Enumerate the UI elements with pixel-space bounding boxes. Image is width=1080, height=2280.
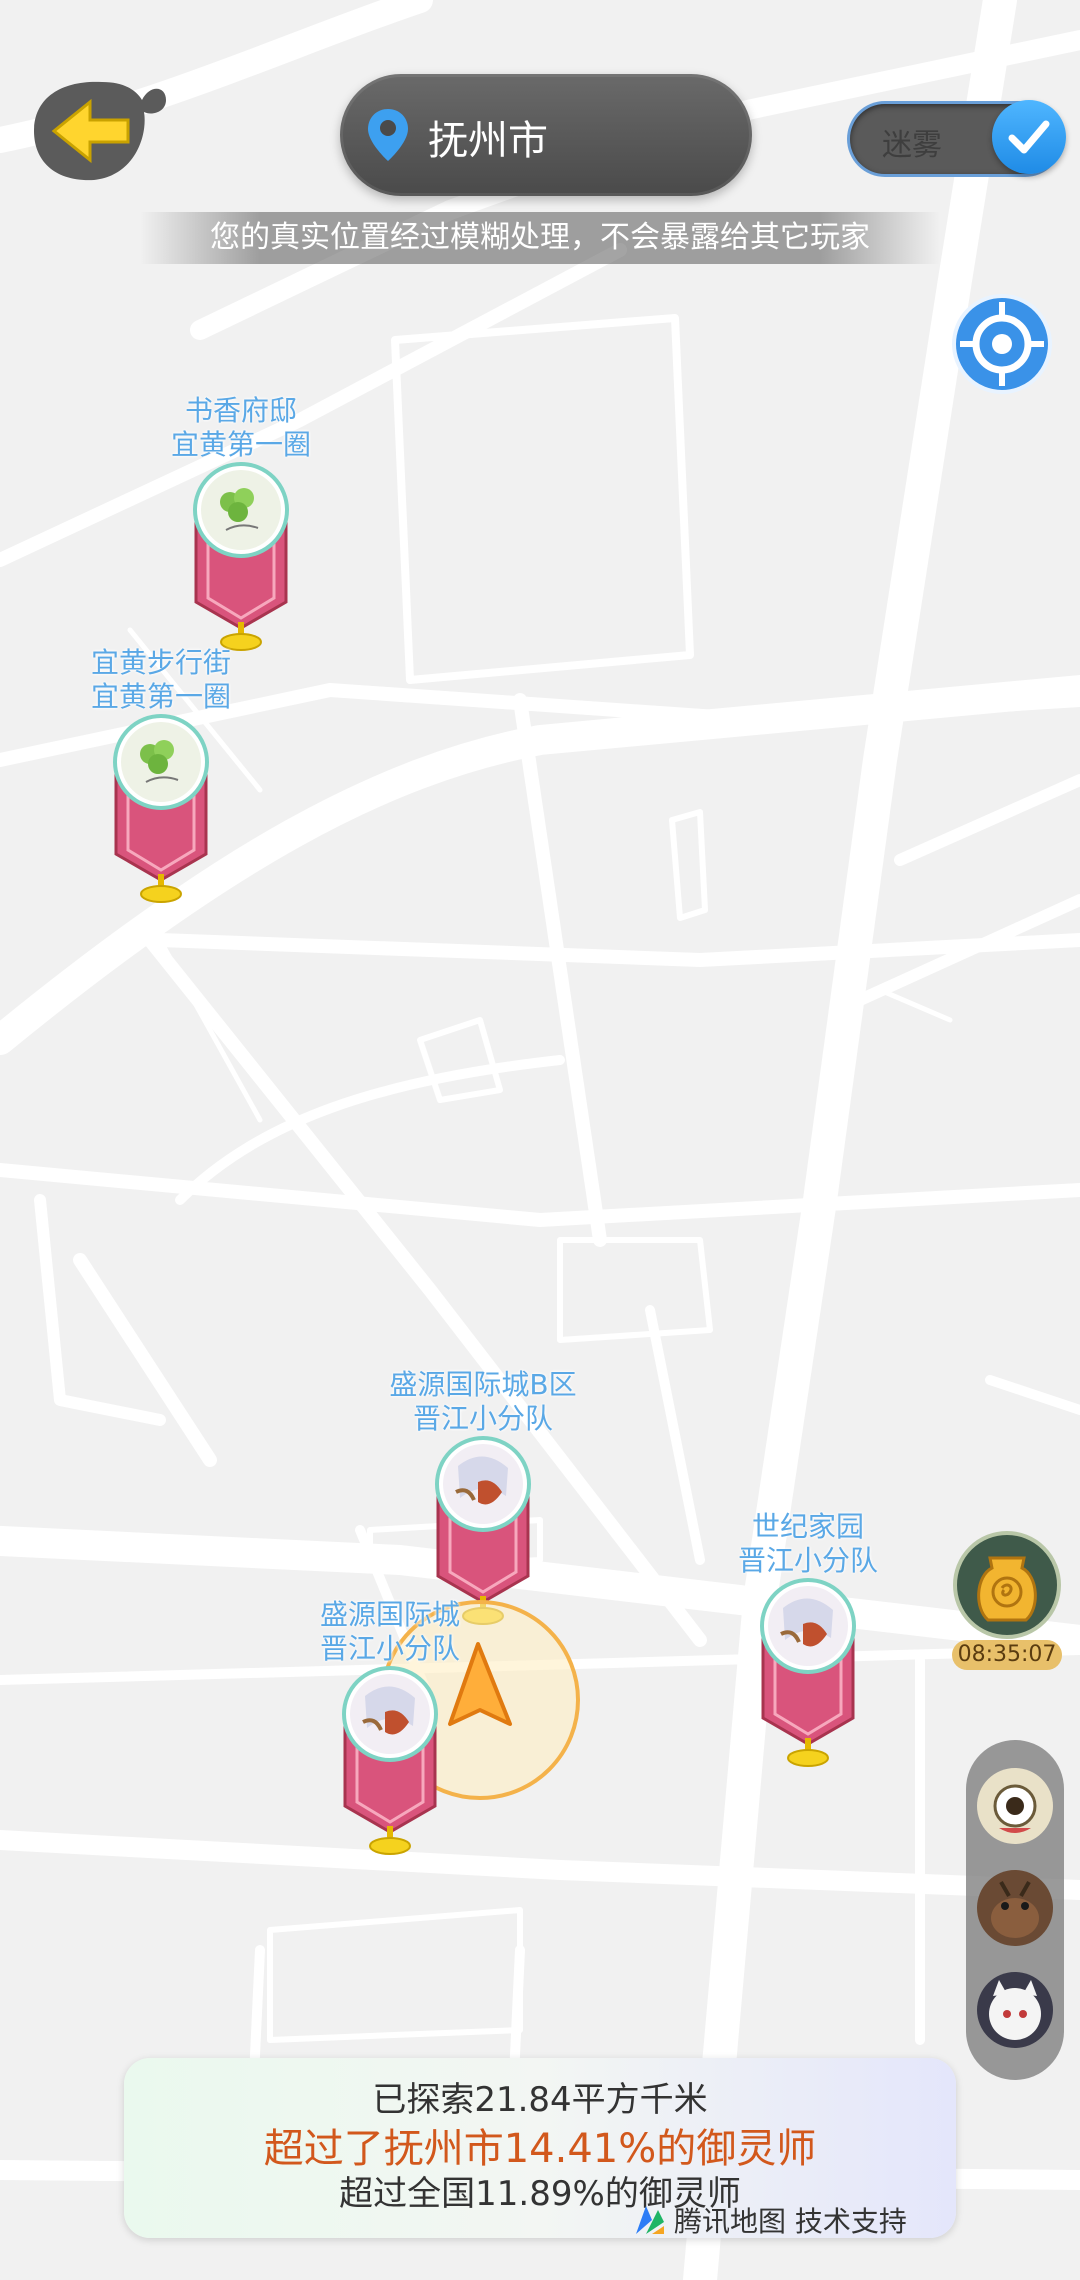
poi-marker[interactable]: 世纪家园 晋江小分队 [708,1510,908,1768]
toggle-knob[interactable] [992,100,1066,174]
poi-name: 书香府邸 [184,394,297,427]
poi-team: 晋江小分队 [412,1402,553,1435]
poi-banner [106,714,216,904]
brown-creature-icon[interactable] [975,1868,1055,1948]
white-cat-icon[interactable] [975,1970,1055,2050]
explored-area: 已探索21.84平方千米 [372,2080,708,2120]
city-selector[interactable]: 抚州市 [340,74,752,196]
poi-marker[interactable]: 盛源国际城 晋江小分队 [290,1598,490,1856]
arrow-left-icon [34,81,166,181]
reward-timer: 08:35:07 [952,1640,1062,1670]
map-canvas[interactable] [0,0,1080,2280]
poi-marker[interactable]: 宜黄步行街 宜黄第一圈 [61,646,261,904]
poi-team: 晋江小分队 [319,1632,460,1665]
jar-reward[interactable] [952,1530,1062,1640]
poi-marker[interactable]: 盛源国际城B区 晋江小分队 [383,1368,583,1626]
poi-marker[interactable]: 书香府邸 宜黄第一圈 [141,394,341,652]
shikigami-panel [966,1740,1064,2080]
poi-banner [335,1666,445,1856]
fog-toggle[interactable]: 迷雾 [850,100,1066,174]
poi-banner [753,1578,863,1768]
poi-team: 宜黄第一圈 [170,428,311,461]
back-button[interactable] [24,76,169,186]
one-eyed-creature-icon[interactable] [975,1766,1055,1846]
map-credit[interactable]: 腾讯地图 技术支持 [632,2200,907,2240]
credit-text: 腾讯地图 技术支持 [674,2205,907,2238]
city-name: 抚州市 [428,118,548,164]
poi-team: 晋江小分队 [737,1544,878,1577]
poi-banner [186,462,296,652]
location-pin-icon [368,109,408,161]
locate-button[interactable] [950,292,1054,396]
checkmark-icon [1008,120,1050,154]
poi-name: 盛源国际城 [319,1598,460,1631]
poi-name: 宜黄步行街 [90,646,231,679]
fog-toggle-label: 迷雾 [882,128,942,163]
poi-name: 世纪家园 [751,1510,864,1543]
poi-team: 宜黄第一圈 [90,680,231,713]
poi-name: 盛源国际城B区 [389,1368,577,1401]
crosshair-icon [952,294,1052,394]
tencent-map-logo [636,2206,664,2234]
golden-jar-icon [953,1531,1061,1639]
privacy-notice: 您的真实位置经过模糊处理，不会暴露给其它玩家 [140,212,940,264]
